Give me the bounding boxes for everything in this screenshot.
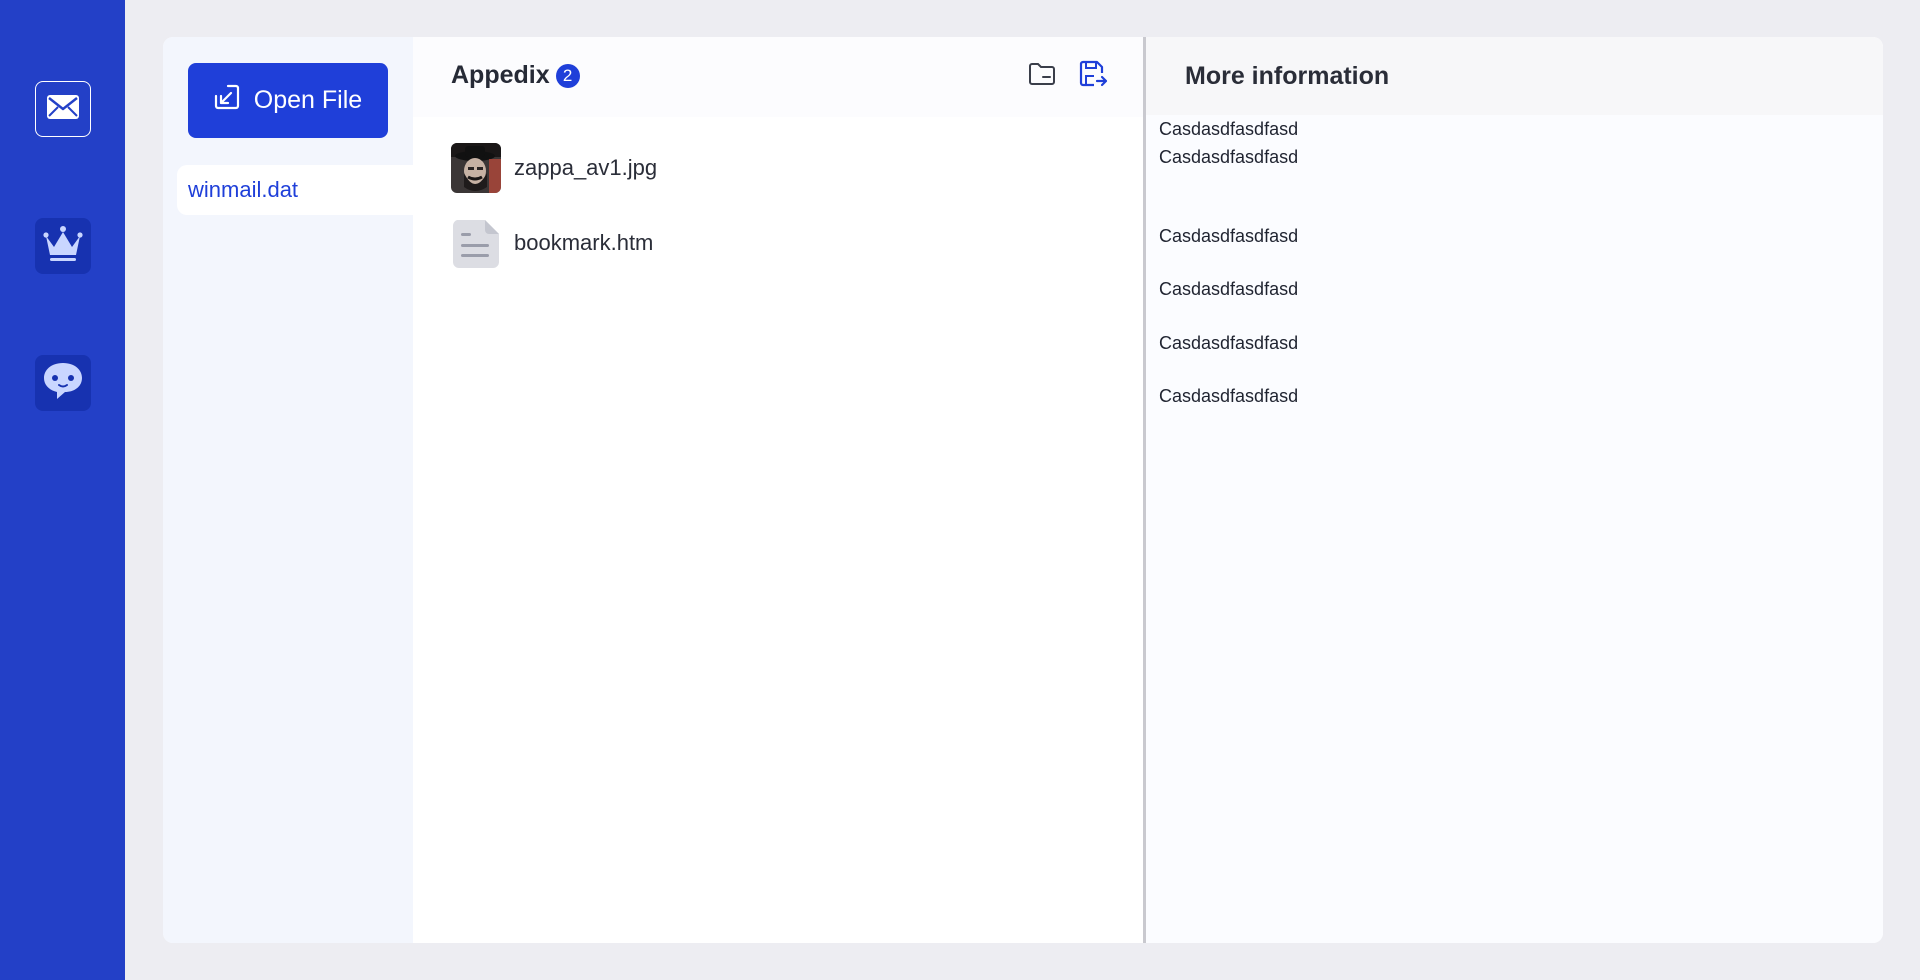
file-list-item[interactable]: winmail.dat — [177, 165, 413, 215]
main-card: Open File winmail.dat Appedix 2 zappa_av… — [163, 37, 1883, 943]
save-as-button[interactable] — [1077, 60, 1109, 92]
app-rail — [0, 0, 125, 980]
document-icon — [451, 218, 501, 268]
folder-icon — [1028, 62, 1056, 91]
file-item-label: winmail.dat — [188, 177, 299, 202]
attachments-panel: Appedix 2 zappa_av1.jpg bookmark.htm — [413, 37, 1146, 943]
info-line: Casdasdfasdfasd — [1159, 333, 1299, 353]
mail-icon — [46, 94, 80, 125]
info-line: Casdasdfasdfasd — [1159, 147, 1299, 167]
attachment-name: bookmark.htm — [514, 230, 654, 255]
attachments-title-text: Appedix — [451, 61, 550, 89]
info-line: Casdasdfasdfasd — [1159, 279, 1299, 299]
attachments-header: Appedix 2 — [413, 37, 1143, 117]
image-thumbnail — [451, 143, 501, 193]
attachment-item[interactable]: zappa_av1.jpg — [451, 143, 657, 193]
mail-nav-button[interactable] — [35, 81, 91, 137]
info-line: Casdasdfasdfasd — [1159, 386, 1299, 406]
info-header: More information — [1146, 37, 1883, 115]
premium-nav-button[interactable] — [35, 218, 91, 274]
info-line: Casdasdfasdfasd — [1159, 226, 1299, 246]
attachments-title: Appedix 2 — [451, 61, 580, 90]
crown-icon — [43, 225, 83, 268]
open-folder-button[interactable] — [1026, 60, 1058, 92]
info-panel: More information Casdasdfasdfasd Casdasd… — [1146, 37, 1883, 943]
info-line: Casdasdfasdfasd — [1159, 119, 1299, 139]
attachment-item[interactable]: bookmark.htm — [451, 218, 653, 268]
attachments-count-badge: 2 — [555, 63, 580, 88]
open-file-label: Open File — [253, 86, 363, 114]
file-list-panel: Open File winmail.dat — [163, 37, 413, 943]
chat-bot-icon — [42, 361, 84, 406]
info-title: More information — [1185, 62, 1390, 90]
support-nav-button[interactable] — [35, 355, 91, 411]
attachment-name: zappa_av1.jpg — [514, 155, 658, 180]
save-export-icon — [1078, 59, 1108, 94]
open-file-icon — [214, 84, 240, 117]
open-file-button[interactable]: Open File — [188, 63, 388, 138]
